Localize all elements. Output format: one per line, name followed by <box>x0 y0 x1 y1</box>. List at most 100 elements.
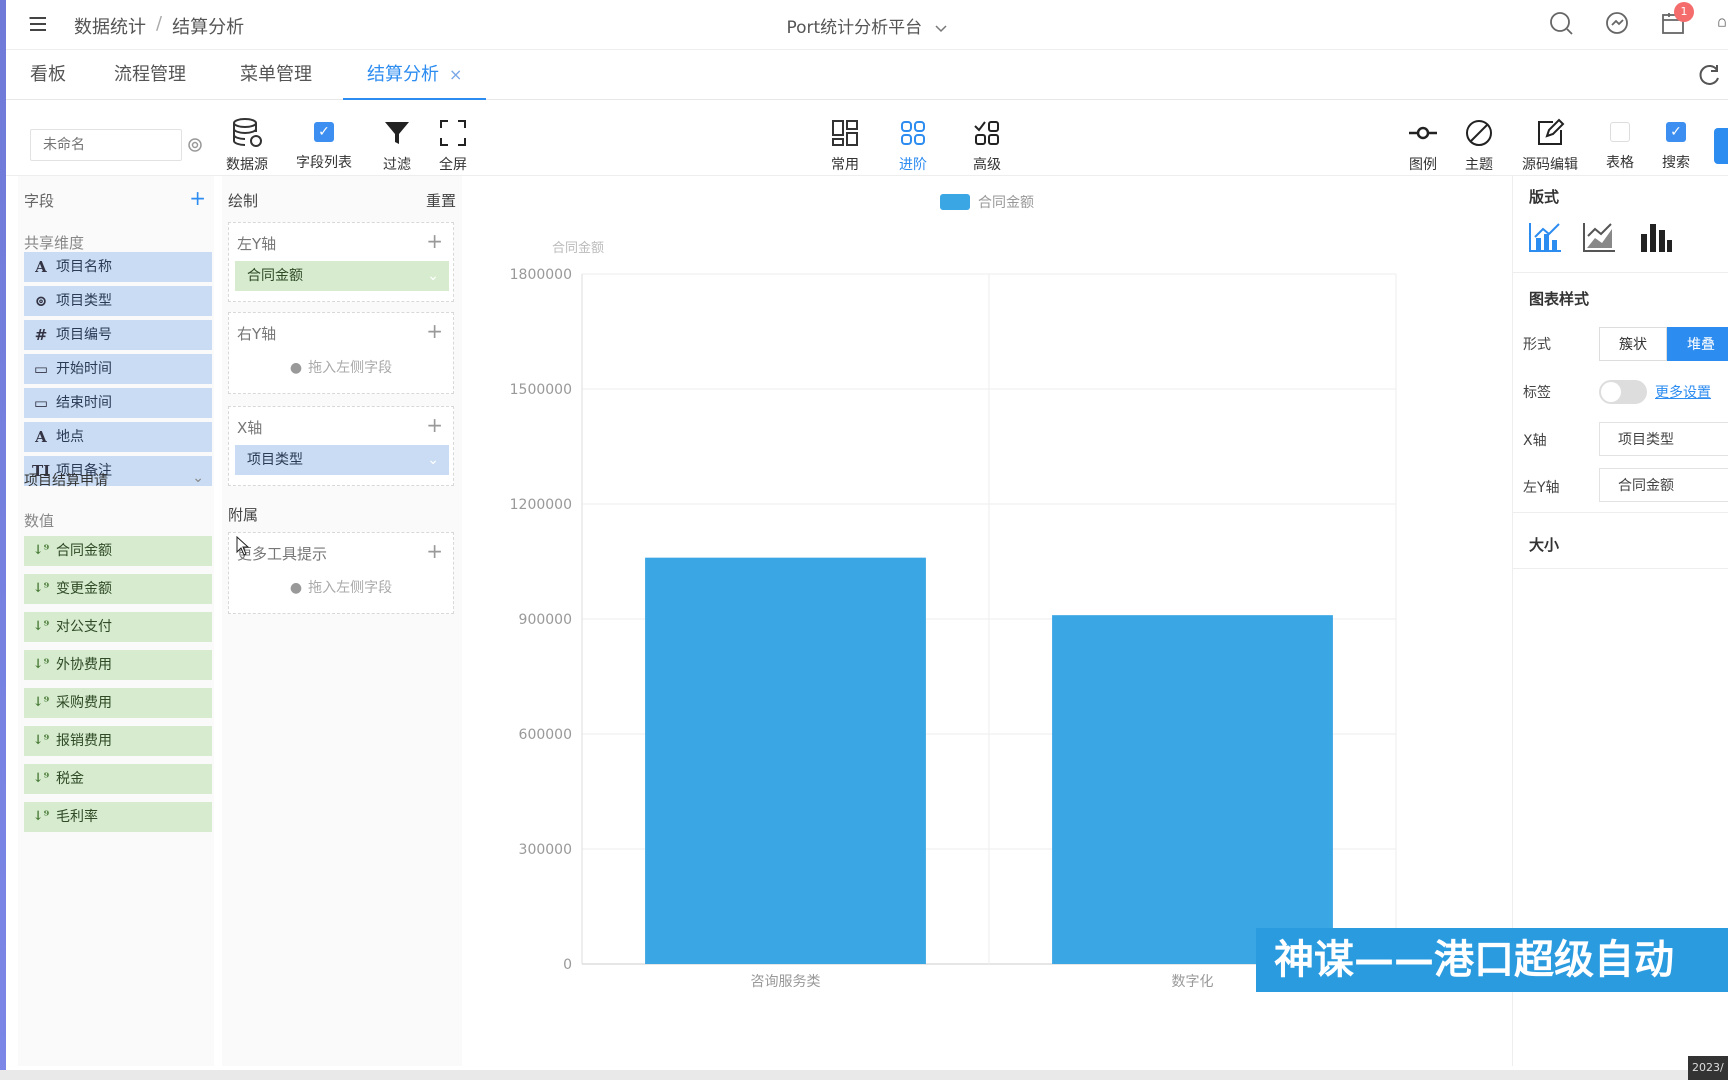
dimension-field[interactable]: A 项目名称 <box>24 252 212 282</box>
filter-icon <box>385 122 409 144</box>
dimension-field[interactable]: A 地点 <box>24 422 212 452</box>
measure-field[interactable]: ↓⁹ 税金 <box>24 764 212 794</box>
datasource-button[interactable]: 数据源 <box>226 116 268 174</box>
bar[interactable] <box>645 557 926 964</box>
table-selector[interactable]: 项目结算申请 ⌄ <box>24 470 212 490</box>
add-icon[interactable]: + <box>426 229 443 253</box>
x-axis-slot[interactable]: X轴 + 项目类型 ⌄ <box>228 406 454 486</box>
dimension-field[interactable]: ⊚ 项目类型 <box>24 286 212 316</box>
field-list-toggle[interactable]: ✓ 字段列表 <box>296 116 352 172</box>
bar-line-chart-icon[interactable] <box>1527 220 1563 254</box>
table-toggle[interactable]: 表格 <box>1606 116 1634 172</box>
tab-kanban[interactable]: 看板 <box>30 50 66 100</box>
filter-button[interactable]: 过滤 <box>380 116 414 174</box>
legend-button[interactable]: 图例 <box>1406 116 1440 174</box>
add-icon[interactable]: + <box>426 319 443 343</box>
draw-title: 绘制 <box>228 192 259 210</box>
reset-button[interactable]: 重置 <box>426 190 456 211</box>
tab-settlement-analysis[interactable]: 结算分析 × <box>343 50 487 100</box>
field-type-icon: A <box>35 428 47 446</box>
form-option-clustered[interactable]: 簇状 <box>1599 327 1667 361</box>
menu-icon[interactable] <box>28 14 48 34</box>
common-charts-button[interactable]: 常用 <box>828 116 862 174</box>
chart-name-input[interactable] <box>30 129 182 161</box>
source-edit-button[interactable]: 源码编辑 <box>1522 116 1578 174</box>
platform-name[interactable]: Port统计分析平台 <box>786 18 922 38</box>
tooltip-label: 更多工具提示 <box>237 545 328 563</box>
measure-field[interactable]: ↓⁹ 合同金额 <box>24 536 212 566</box>
save-button[interactable] <box>1714 128 1728 164</box>
fullscreen-button[interactable]: 全屏 <box>436 116 470 174</box>
numeric-sort-icon: ↓⁹ <box>32 619 50 634</box>
label-toggle-label: 标签 <box>1523 385 1551 401</box>
advanced-charts-button[interactable]: 进阶 <box>896 116 930 174</box>
tooltip-slot[interactable]: 更多工具提示 + ● 拖入左侧字段 <box>228 532 454 614</box>
y-tick-label: 1800000 <box>510 267 572 283</box>
add-icon[interactable]: + <box>426 413 443 437</box>
tab-process-management[interactable]: 流程管理 <box>114 50 186 100</box>
measure-field[interactable]: ↓⁹ 对公支付 <box>24 612 212 642</box>
chart-style-title: 图表样式 <box>1529 290 1590 308</box>
chevron-down-icon: ⌄ <box>192 470 204 486</box>
bottom-strip <box>0 1070 1728 1080</box>
calendar-notification[interactable]: 1 <box>1660 2 1694 36</box>
form-option-stacked[interactable]: 堆叠 <box>1667 327 1728 361</box>
y-tick-label: 600000 <box>519 727 572 743</box>
column-chart-icon[interactable] <box>1637 220 1673 254</box>
refresh-icon[interactable] <box>1696 62 1722 88</box>
divider <box>1513 272 1728 273</box>
theme-button[interactable]: 主题 <box>1462 116 1496 174</box>
add-icon[interactable]: + <box>426 539 443 563</box>
measure-field[interactable]: ↓⁹ 外协费用 <box>24 650 212 680</box>
search-toggle[interactable]: ✓ 搜索 <box>1662 116 1690 172</box>
breadcrumb-current: 结算分析 <box>172 17 245 38</box>
field-label: 税金 <box>56 771 84 787</box>
chevron-down-icon[interactable]: ⌄ <box>427 445 439 475</box>
dimension-field[interactable]: ▭ 结束时间 <box>24 388 212 418</box>
measure-field[interactable]: ↓⁹ 变更金额 <box>24 574 212 604</box>
tab-menu-management[interactable]: 菜单管理 <box>240 50 312 100</box>
dashboard-icon[interactable] <box>1604 10 1630 36</box>
dimension-field[interactable]: ▭ 开始时间 <box>24 354 212 384</box>
dimension-field[interactable]: # 项目编号 <box>24 320 212 350</box>
bar[interactable] <box>1052 615 1333 964</box>
gear-icon[interactable] <box>186 136 204 154</box>
measure-field[interactable]: ↓⁹ 毛利率 <box>24 802 212 832</box>
chevron-down-icon[interactable]: ⌄ <box>427 261 439 291</box>
numeric-sort-icon: ↓⁹ <box>32 695 50 710</box>
advanced-label: 进阶 <box>899 157 927 173</box>
measure-field[interactable]: ↓⁹ 报销费用 <box>24 726 212 756</box>
measure-field[interactable]: ↓⁹ 采购费用 <box>24 688 212 718</box>
x-axis-select[interactable]: 项目类型 <box>1599 422 1728 456</box>
drag-hint-text: 拖入左侧字段 <box>308 580 393 596</box>
legend-swatch[interactable] <box>940 194 970 210</box>
left-y-field-pill[interactable]: 合同金额 ⌄ <box>235 261 449 291</box>
add-field-button[interactable]: + <box>189 186 206 210</box>
source-edit-label: 源码编辑 <box>1522 157 1578 173</box>
left-y-axis-label: 左Y轴 <box>237 235 277 253</box>
x-axis-field-pill[interactable]: 项目类型 ⌄ <box>235 445 449 475</box>
field-type-icon: ⊚ <box>34 292 48 310</box>
field-list-label: 字段列表 <box>296 155 352 171</box>
field-label: 对公支付 <box>56 619 112 635</box>
left-y-select[interactable]: 合同金额 <box>1599 468 1728 502</box>
mouse-cursor-icon <box>236 536 250 556</box>
label-toggle[interactable] <box>1599 380 1647 404</box>
legend-label[interactable]: 合同金额 <box>978 195 1034 211</box>
more-settings-link[interactable]: 更多设置 <box>1655 382 1711 402</box>
layout-title: 版式 <box>1529 188 1560 206</box>
close-icon[interactable]: × <box>449 65 462 84</box>
left-y-axis-slot[interactable]: 左Y轴 + 合同金额 ⌄ <box>228 222 454 302</box>
bell-icon[interactable] <box>1716 10 1728 36</box>
chevron-down-icon[interactable] <box>934 21 948 35</box>
area-chart-icon[interactable] <box>1581 220 1617 254</box>
field-label: 外协费用 <box>56 657 112 673</box>
breadcrumb-root[interactable]: 数据统计 <box>74 13 146 39</box>
right-y-axis-slot[interactable]: 右Y轴 + ● 拖入左侧字段 <box>228 312 454 394</box>
field-label: 报销费用 <box>56 733 112 749</box>
senior-charts-button[interactable]: 高级 <box>970 116 1004 174</box>
numeric-sort-icon: ↓⁹ <box>32 733 50 748</box>
layout-grid-icon <box>832 120 858 146</box>
search-icon[interactable] <box>1548 10 1574 36</box>
extra-title: 附属 <box>228 506 259 524</box>
